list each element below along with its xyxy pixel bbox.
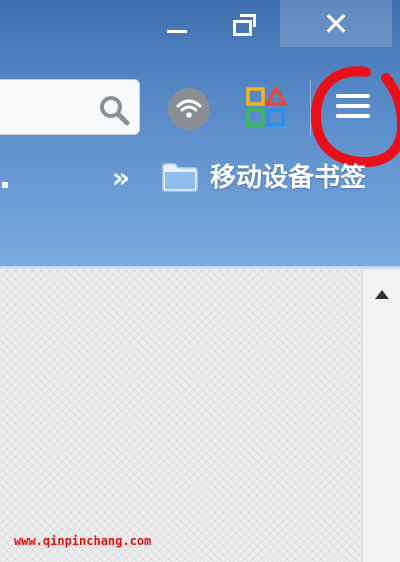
close-button[interactable]: ✕ xyxy=(280,0,392,47)
close-icon: ✕ xyxy=(322,4,350,43)
minimize-icon xyxy=(167,30,187,33)
restore-icon xyxy=(233,13,256,36)
apps-icon[interactable] xyxy=(245,86,287,128)
wifi-icon[interactable] xyxy=(168,88,210,130)
bookmark-item-cropped xyxy=(2,182,8,188)
watermark-text: www.qinpinchang.com xyxy=(14,534,152,548)
bookmarks-overflow-icon[interactable]: » xyxy=(112,160,130,196)
restore-button[interactable] xyxy=(216,0,272,47)
search-icon[interactable] xyxy=(96,92,132,128)
folder-icon xyxy=(162,163,198,192)
scroll-up-arrow-icon[interactable] xyxy=(375,290,389,299)
minimize-button[interactable] xyxy=(152,0,202,47)
bookmark-folder-mobile[interactable]: 移动设备书签 xyxy=(210,158,366,198)
page-content xyxy=(0,270,362,562)
vertical-scrollbar[interactable] xyxy=(362,270,400,562)
